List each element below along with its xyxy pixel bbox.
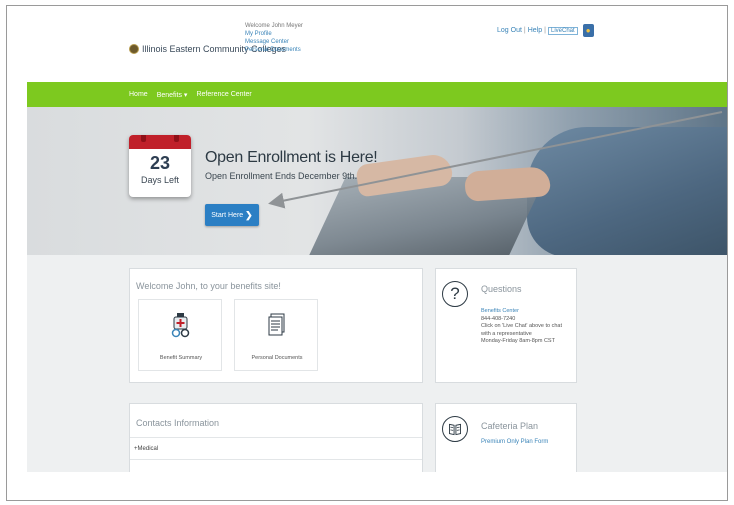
personal-documents-label: Personal Documents xyxy=(251,355,303,361)
separator: | xyxy=(523,27,526,34)
welcome-card-title: Welcome John, to your benefits site! xyxy=(136,281,281,291)
hero-photo-arm xyxy=(527,127,727,255)
hero-title: Open Enrollment is Here! xyxy=(205,149,378,166)
contacts-row-label: Medical xyxy=(137,446,159,452)
benefit-summary-icon xyxy=(171,313,190,338)
message-center-link[interactable]: Message Center xyxy=(245,38,303,46)
personal-documents-tile[interactable]: Personal Documents xyxy=(234,299,318,371)
personal-documents-link[interactable]: Personal Documents xyxy=(245,46,303,54)
book-icon xyxy=(442,416,468,442)
days-left-number: 23 xyxy=(149,153,171,173)
questions-line: Click on 'Live Chat' above to chat xyxy=(481,323,562,329)
chat-person-icon[interactable]: ● xyxy=(582,24,594,37)
welcome-block: Welcome John Meyer My Profile Message Ce… xyxy=(245,22,303,54)
contacts-title: Contacts Information xyxy=(136,418,220,428)
hero-banner: 23 Days Left Open Enrollment is Here! Op… xyxy=(27,107,727,255)
hero-subtitle: Open Enrollment Ends December 9th. xyxy=(205,171,358,181)
cafeteria-card: Cafeteria Plan Premium Only Plan Form xyxy=(435,403,577,472)
nav-item-benefits-label: Benefits xyxy=(156,91,182,99)
cafeteria-title: Cafeteria Plan xyxy=(481,421,539,431)
start-here-label: Start Here xyxy=(211,211,244,219)
days-left-label: Days Left xyxy=(140,175,180,185)
benefits-site: Illinois Eastern Community Colleges Welc… xyxy=(27,6,727,472)
chevron-right-icon: ❯ xyxy=(245,209,253,220)
contacts-row-medical[interactable]: +Medical xyxy=(130,437,422,460)
top-links: Log Out | Help | LiveChat ● xyxy=(497,24,594,37)
benefits-center-phone: 844-408-7240 xyxy=(481,315,516,322)
questions-hours: Monday-Friday 8am-8pm CST xyxy=(481,338,555,344)
benefits-center-name: Benefits Center xyxy=(481,308,519,314)
separator: | xyxy=(544,27,546,34)
contacts-card: Contacts Information +Medical xyxy=(129,403,423,472)
live-chat-link[interactable]: LiveChat xyxy=(547,26,578,35)
help-link[interactable]: Help xyxy=(528,27,542,34)
browser-frame: Illinois Eastern Community Colleges Welc… xyxy=(6,5,728,501)
nav-item-home[interactable]: Home xyxy=(129,91,148,98)
logout-link[interactable]: Log Out xyxy=(497,27,522,34)
welcome-text: Welcome John Meyer xyxy=(245,23,303,29)
calendar-ring xyxy=(174,135,179,142)
calendar-icon: 23 Days Left xyxy=(129,135,191,197)
site-header: Illinois Eastern Community Colleges Welc… xyxy=(27,6,727,82)
question-mark-icon: ? xyxy=(442,281,468,307)
questions-title: Questions xyxy=(481,284,522,294)
document-icon xyxy=(268,313,285,336)
nav-item-benefits[interactable]: Benefits ▾ xyxy=(157,91,188,99)
questions-body: Benefits Center 844-408-7240 Click on 'L… xyxy=(481,308,575,346)
calendar-ring xyxy=(141,135,146,142)
questions-card: ? Questions Benefits Center 844-408-7240… xyxy=(435,268,577,383)
benefit-summary-tile[interactable]: Benefit Summary xyxy=(138,299,222,371)
benefit-summary-label: Benefit Summary xyxy=(159,355,203,361)
my-profile-link[interactable]: My Profile xyxy=(245,30,303,38)
questions-line: with a representative xyxy=(481,330,532,337)
college-logo-icon xyxy=(129,44,139,54)
main-nav: Home Benefits ▾ Reference Center xyxy=(27,82,727,107)
start-here-button[interactable]: Start Here ❯ xyxy=(205,204,259,226)
welcome-card: Welcome John, to your benefits site! Ben… xyxy=(129,268,423,383)
premium-only-plan-link[interactable]: Premium Only Plan Form xyxy=(481,439,548,445)
hero-photo-hand xyxy=(464,166,551,202)
chevron-down-icon: ▾ xyxy=(181,91,188,99)
calendar-header xyxy=(129,135,191,149)
nav-item-reference-center[interactable]: Reference Center xyxy=(196,91,251,98)
